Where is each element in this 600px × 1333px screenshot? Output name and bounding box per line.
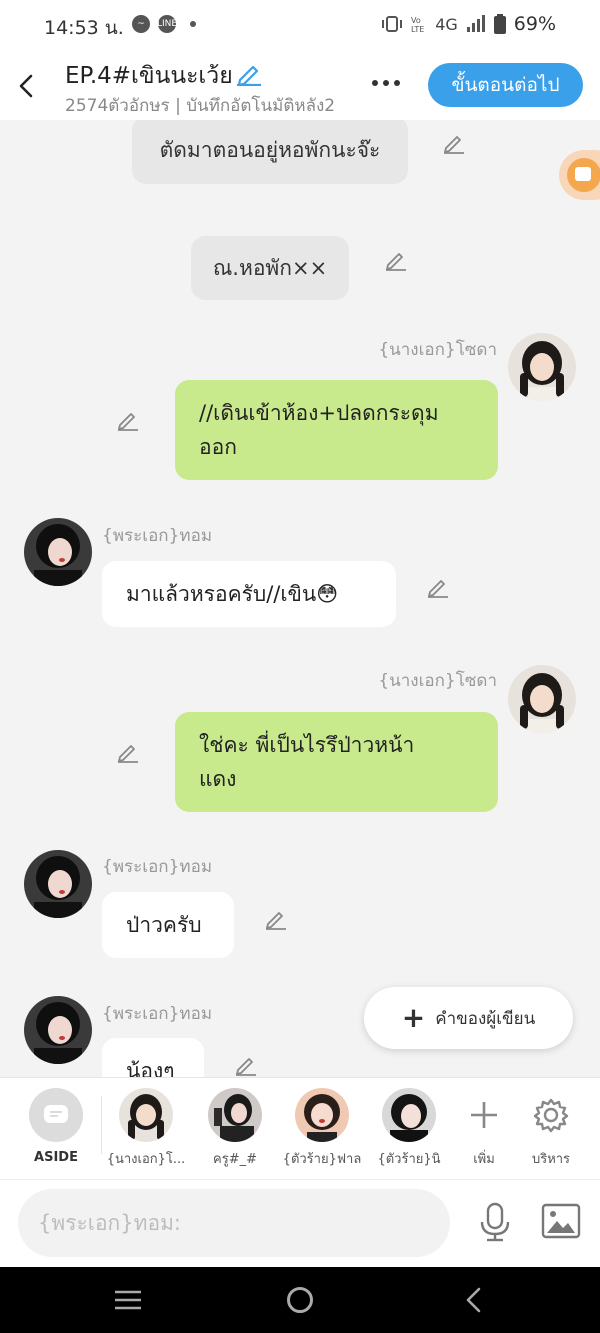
edit-title-icon[interactable] xyxy=(236,60,262,86)
camera-icon xyxy=(575,167,591,181)
speaker-name: {นางเอก}โซดา xyxy=(378,340,497,360)
record-button[interactable] xyxy=(559,150,600,200)
author-note-label: คำของผู้เขียน xyxy=(435,1008,536,1029)
character-label: ครู#_# xyxy=(213,1152,257,1167)
header: EP.4#เขินนะเว้ย 2574ตัวอักษร | บันทึกอัต… xyxy=(0,52,600,120)
aside-icon xyxy=(29,1088,83,1142)
more-notifications-dot xyxy=(190,21,196,27)
speaker-name: {นางเอก}โซดา xyxy=(378,671,497,691)
svg-text:Vo: Vo xyxy=(411,16,421,25)
line-icon: LINE xyxy=(157,15,177,33)
gear-icon xyxy=(533,1098,569,1133)
edit-message-icon[interactable] xyxy=(116,739,140,763)
notification-icons: ~ LINE xyxy=(132,15,196,33)
message-line: ใช่คะ พี่เป็นไรรึป่าวหน้า xyxy=(199,733,415,757)
avatar xyxy=(295,1088,349,1142)
edit-message-icon[interactable] xyxy=(426,574,450,598)
avatar[interactable] xyxy=(24,518,92,586)
manage-button[interactable]: บริหาร xyxy=(506,1088,596,1169)
network-type: 4G xyxy=(435,14,458,34)
character-label: {ตัวร้าย}ฟาล xyxy=(282,1152,362,1167)
messenger-icon: ~ xyxy=(132,15,150,33)
chat-area[interactable]: ตัดมาตอนอยู่หอพักนะจ๊ะ ณ.หอพัก×× {นางเอก… xyxy=(0,120,600,1077)
avatar[interactable] xyxy=(508,665,576,733)
menu-icon[interactable] xyxy=(114,1290,142,1310)
message-bubble[interactable]: มาแล้วหรอครับ//เขิน😳 xyxy=(102,561,396,627)
message-line: แดง xyxy=(199,767,237,791)
vibrate-icon xyxy=(382,16,403,32)
back-icon[interactable] xyxy=(14,72,38,100)
battery-icon xyxy=(493,14,506,34)
nav-back-icon[interactable] xyxy=(464,1287,482,1313)
speaker-name: {พระเอก}ทอม xyxy=(102,1004,213,1024)
character-item[interactable]: {ตัวร้าย}ฟาล xyxy=(277,1088,367,1169)
speaker-name: {พระเอก}ทอม xyxy=(102,526,213,546)
edit-message-icon[interactable] xyxy=(384,247,408,271)
character-item[interactable]: ครู#_# xyxy=(190,1088,280,1169)
message-bubble[interactable]: //เดินเข้าห้อง+ปลดกระดุม ออก xyxy=(175,380,498,480)
message-line: //เดินเข้าห้อง+ปลดกระดุม xyxy=(199,401,439,425)
episode-title: EP.4#เขินนะเว้ย xyxy=(65,63,233,89)
character-label: {นางเอก}โ... xyxy=(106,1152,186,1167)
edit-message-icon[interactable] xyxy=(234,1052,258,1076)
message-bubble[interactable]: น้องๆ xyxy=(102,1038,204,1077)
author-note-button[interactable]: + คำของผู้เขียน xyxy=(364,987,573,1049)
more-options-icon[interactable] xyxy=(372,80,400,86)
edit-message-icon[interactable] xyxy=(264,906,288,930)
narration-bubble[interactable]: ณ.หอพัก×× xyxy=(191,236,349,300)
message-input[interactable] xyxy=(18,1189,450,1257)
speaker-name: {พระเอก}ทอม xyxy=(102,857,213,877)
aside-label: ASIDE xyxy=(34,1150,78,1165)
system-nav-bar xyxy=(0,1267,600,1333)
edit-message-icon[interactable] xyxy=(442,130,466,154)
signal-icon xyxy=(466,15,485,32)
episode-subtitle: 2574ตัวอักษร | บันทึกอัตโนมัติหลัง2 xyxy=(65,96,336,116)
avatar xyxy=(382,1088,436,1142)
message-bubble[interactable]: ป่าวครับ xyxy=(102,892,234,958)
battery-level: 69% xyxy=(513,13,556,35)
manage-label: บริหาร xyxy=(531,1152,571,1167)
character-item[interactable]: {นางเอก}โ... xyxy=(101,1088,191,1169)
avatar[interactable] xyxy=(24,996,92,1064)
aside-button[interactable]: ASIDE xyxy=(11,1088,101,1165)
avatar xyxy=(119,1088,173,1142)
status-time: 14:53 น. xyxy=(44,17,124,39)
next-step-button[interactable]: ขั้นตอนต่อไป xyxy=(428,63,583,107)
avatar[interactable] xyxy=(24,850,92,918)
edit-message-icon[interactable] xyxy=(116,407,140,431)
avatar xyxy=(208,1088,262,1142)
message-bubble[interactable]: ใช่คะ พี่เป็นไรรึป่าวหน้า แดง xyxy=(175,712,498,812)
plus-icon: + xyxy=(401,1001,426,1034)
microphone-icon[interactable] xyxy=(478,1202,512,1242)
plus-icon xyxy=(471,1102,497,1128)
avatar[interactable] xyxy=(508,333,576,401)
character-bar: ASIDE {นางเอก}โ... ครู#_# {ตัวร้าย}ฟาล {… xyxy=(0,1077,600,1179)
message-line: ออก xyxy=(199,435,237,459)
system-icons: Vo LTE 4G 69% xyxy=(381,13,556,35)
svg-text:LTE: LTE xyxy=(411,25,424,33)
home-icon[interactable] xyxy=(287,1287,313,1313)
volte-icon: VoLTE xyxy=(411,16,424,33)
narration-bubble[interactable]: ตัดมาตอนอยู่หอพักนะจ๊ะ xyxy=(132,120,408,184)
image-icon[interactable] xyxy=(541,1203,581,1239)
status-bar: 14:53 น. ~ LINE Vo LTE 4G 69% xyxy=(0,0,600,52)
input-bar xyxy=(0,1179,600,1267)
